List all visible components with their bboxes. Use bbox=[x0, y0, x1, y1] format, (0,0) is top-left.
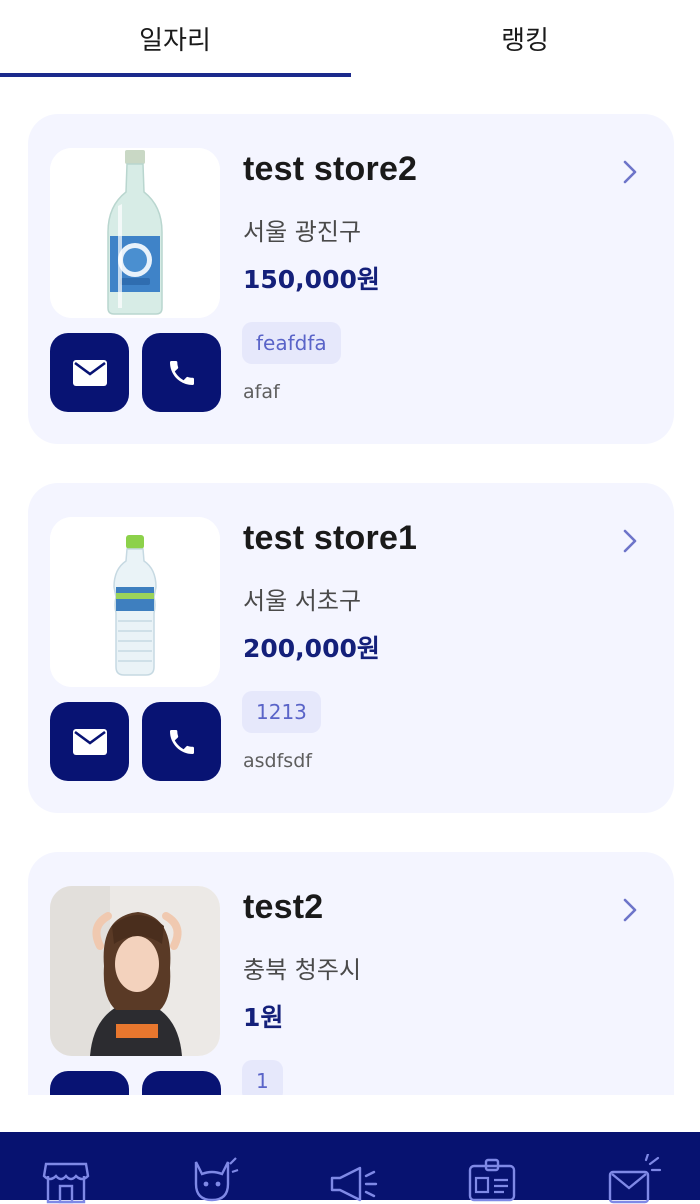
message-button[interactable] bbox=[50, 333, 129, 412]
job-card[interactable]: test2 충북 청주시 1원 1 bbox=[28, 852, 674, 1095]
pay-amount: 150,000원 bbox=[243, 265, 380, 294]
pay-amount: 200,000원 bbox=[243, 634, 380, 663]
mail-icon bbox=[72, 728, 107, 755]
call-button[interactable] bbox=[142, 333, 221, 412]
phone-icon bbox=[169, 360, 194, 385]
job-card[interactable]: test store2 서울 광진구 150,000원 feafdfa afaf bbox=[28, 114, 674, 444]
phone-icon bbox=[169, 729, 194, 754]
bottom-nav bbox=[0, 1132, 700, 1204]
job-tag: feafdfa bbox=[242, 322, 341, 364]
job-card[interactable]: test store1 서울 서초구 200,000원 1213 asdfsdf bbox=[28, 483, 674, 813]
store-location: 서울 서초구 bbox=[243, 587, 362, 615]
chevron-right-icon[interactable] bbox=[620, 527, 640, 555]
job-description: afaf bbox=[243, 381, 280, 403]
message-button[interactable] bbox=[50, 702, 129, 781]
active-tab-indicator bbox=[0, 73, 351, 77]
store-name: test store1 bbox=[243, 519, 418, 557]
id-card-icon[interactable] bbox=[464, 1154, 520, 1204]
pay-amount: 1원 bbox=[243, 1003, 284, 1032]
job-tag: 1213 bbox=[242, 691, 321, 733]
water-bottle-image bbox=[50, 517, 220, 687]
megaphone-icon[interactable] bbox=[324, 1154, 380, 1204]
soju-bottle-image bbox=[50, 148, 220, 318]
person-photo bbox=[50, 886, 220, 1056]
mail-icon bbox=[72, 359, 107, 386]
call-button[interactable] bbox=[142, 702, 221, 781]
chevron-right-icon[interactable] bbox=[620, 158, 640, 186]
message-button[interactable] bbox=[50, 1071, 129, 1095]
tab-bar: 일자리 랭킹 bbox=[0, 0, 700, 79]
cat-icon[interactable] bbox=[184, 1154, 240, 1204]
job-tag: 1 bbox=[242, 1060, 283, 1095]
store-name: test2 bbox=[243, 888, 324, 926]
store-name: test store2 bbox=[243, 150, 418, 188]
store-location: 충북 청주시 bbox=[243, 956, 362, 984]
chevron-right-icon[interactable] bbox=[620, 896, 640, 924]
job-list[interactable]: test store2 서울 광진구 150,000원 feafdfa afaf… bbox=[0, 78, 700, 1095]
call-button[interactable] bbox=[142, 1071, 221, 1095]
tab-ranking[interactable]: 랭킹 bbox=[350, 0, 700, 77]
mail-sparkle-icon[interactable] bbox=[606, 1154, 662, 1204]
store-location: 서울 광진구 bbox=[243, 218, 362, 246]
tab-jobs[interactable]: 일자리 bbox=[0, 0, 350, 77]
job-description: asdfsdf bbox=[243, 750, 312, 772]
store-icon[interactable] bbox=[38, 1154, 94, 1204]
phone-icon bbox=[166, 1095, 198, 1096]
